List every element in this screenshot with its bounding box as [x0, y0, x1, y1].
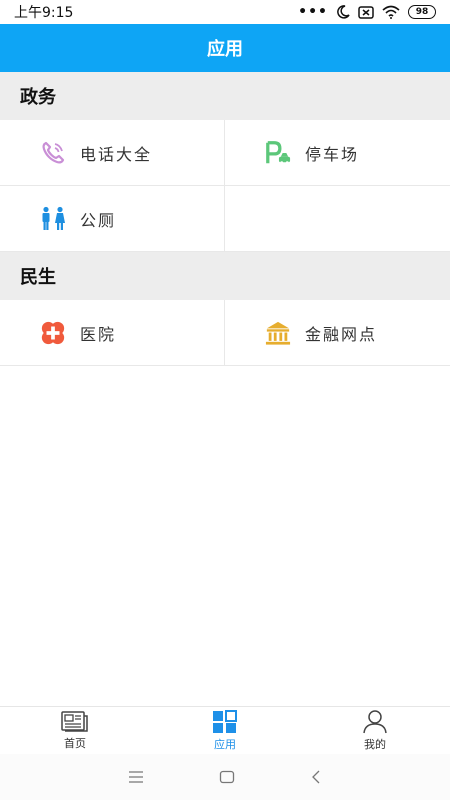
status-time: 上午9:15: [14, 5, 74, 21]
home-square-icon[interactable]: [219, 770, 235, 784]
more-dots-icon: •••: [298, 4, 328, 20]
section-grid-livelihood: 医院 金融网点: [0, 300, 450, 366]
bank-icon: [265, 320, 291, 346]
content-area: 政务 电话大全 停车场 公厕 民生 医院 金融网点: [0, 72, 450, 366]
section-title: 民生: [20, 267, 56, 288]
back-icon[interactable]: [310, 770, 322, 784]
grid-item-hospital[interactable]: 医院: [0, 300, 225, 366]
nav-label: 首页: [64, 737, 86, 750]
section-header-government: 政务: [0, 72, 450, 120]
grid-item-label: 公厕: [80, 210, 117, 230]
nav-item-home[interactable]: 首页: [0, 707, 150, 755]
grid-item-bank[interactable]: 金融网点: [225, 300, 450, 366]
section-header-livelihood: 民生: [0, 252, 450, 300]
wifi-icon: [382, 5, 400, 19]
phone-icon: [40, 140, 66, 166]
app-header: 应用: [0, 24, 450, 72]
nav-item-apps[interactable]: 应用: [150, 707, 300, 755]
grid-item-phone-directory[interactable]: 电话大全: [0, 120, 225, 186]
grid-item-parking[interactable]: 停车场: [225, 120, 450, 186]
bottom-nav: 首页 应用 我的: [0, 706, 450, 755]
battery-indicator: 98: [408, 5, 436, 19]
news-icon: [61, 711, 88, 732]
nav-label: 我的: [364, 738, 386, 751]
system-nav-bar: [0, 754, 450, 800]
section-title: 政务: [20, 87, 56, 108]
hospital-icon: [40, 320, 66, 346]
section-grid-government: 电话大全 停车场 公厕: [0, 120, 450, 252]
menu-icon[interactable]: [128, 771, 144, 783]
grid-item-restroom[interactable]: 公厕: [0, 186, 225, 252]
nav-label: 应用: [214, 738, 236, 751]
grid-item-label: 医院: [80, 324, 117, 344]
parking-icon: [265, 140, 291, 166]
no-sim-icon: [358, 5, 374, 19]
grid-item-label: 金融网点: [305, 324, 378, 344]
status-bar: 上午9:15 ••• 98: [0, 0, 450, 24]
grid-item-empty: [225, 186, 450, 252]
grid-item-label: 电话大全: [80, 144, 153, 164]
status-icons: ••• 98: [298, 4, 436, 20]
person-icon: [363, 710, 387, 734]
apps-grid-icon: [213, 710, 237, 733]
moon-icon: [337, 5, 350, 19]
restroom-icon: [40, 206, 66, 232]
page-title: 应用: [207, 39, 243, 60]
nav-item-profile[interactable]: 我的: [300, 707, 450, 755]
grid-item-label: 停车场: [305, 144, 360, 164]
